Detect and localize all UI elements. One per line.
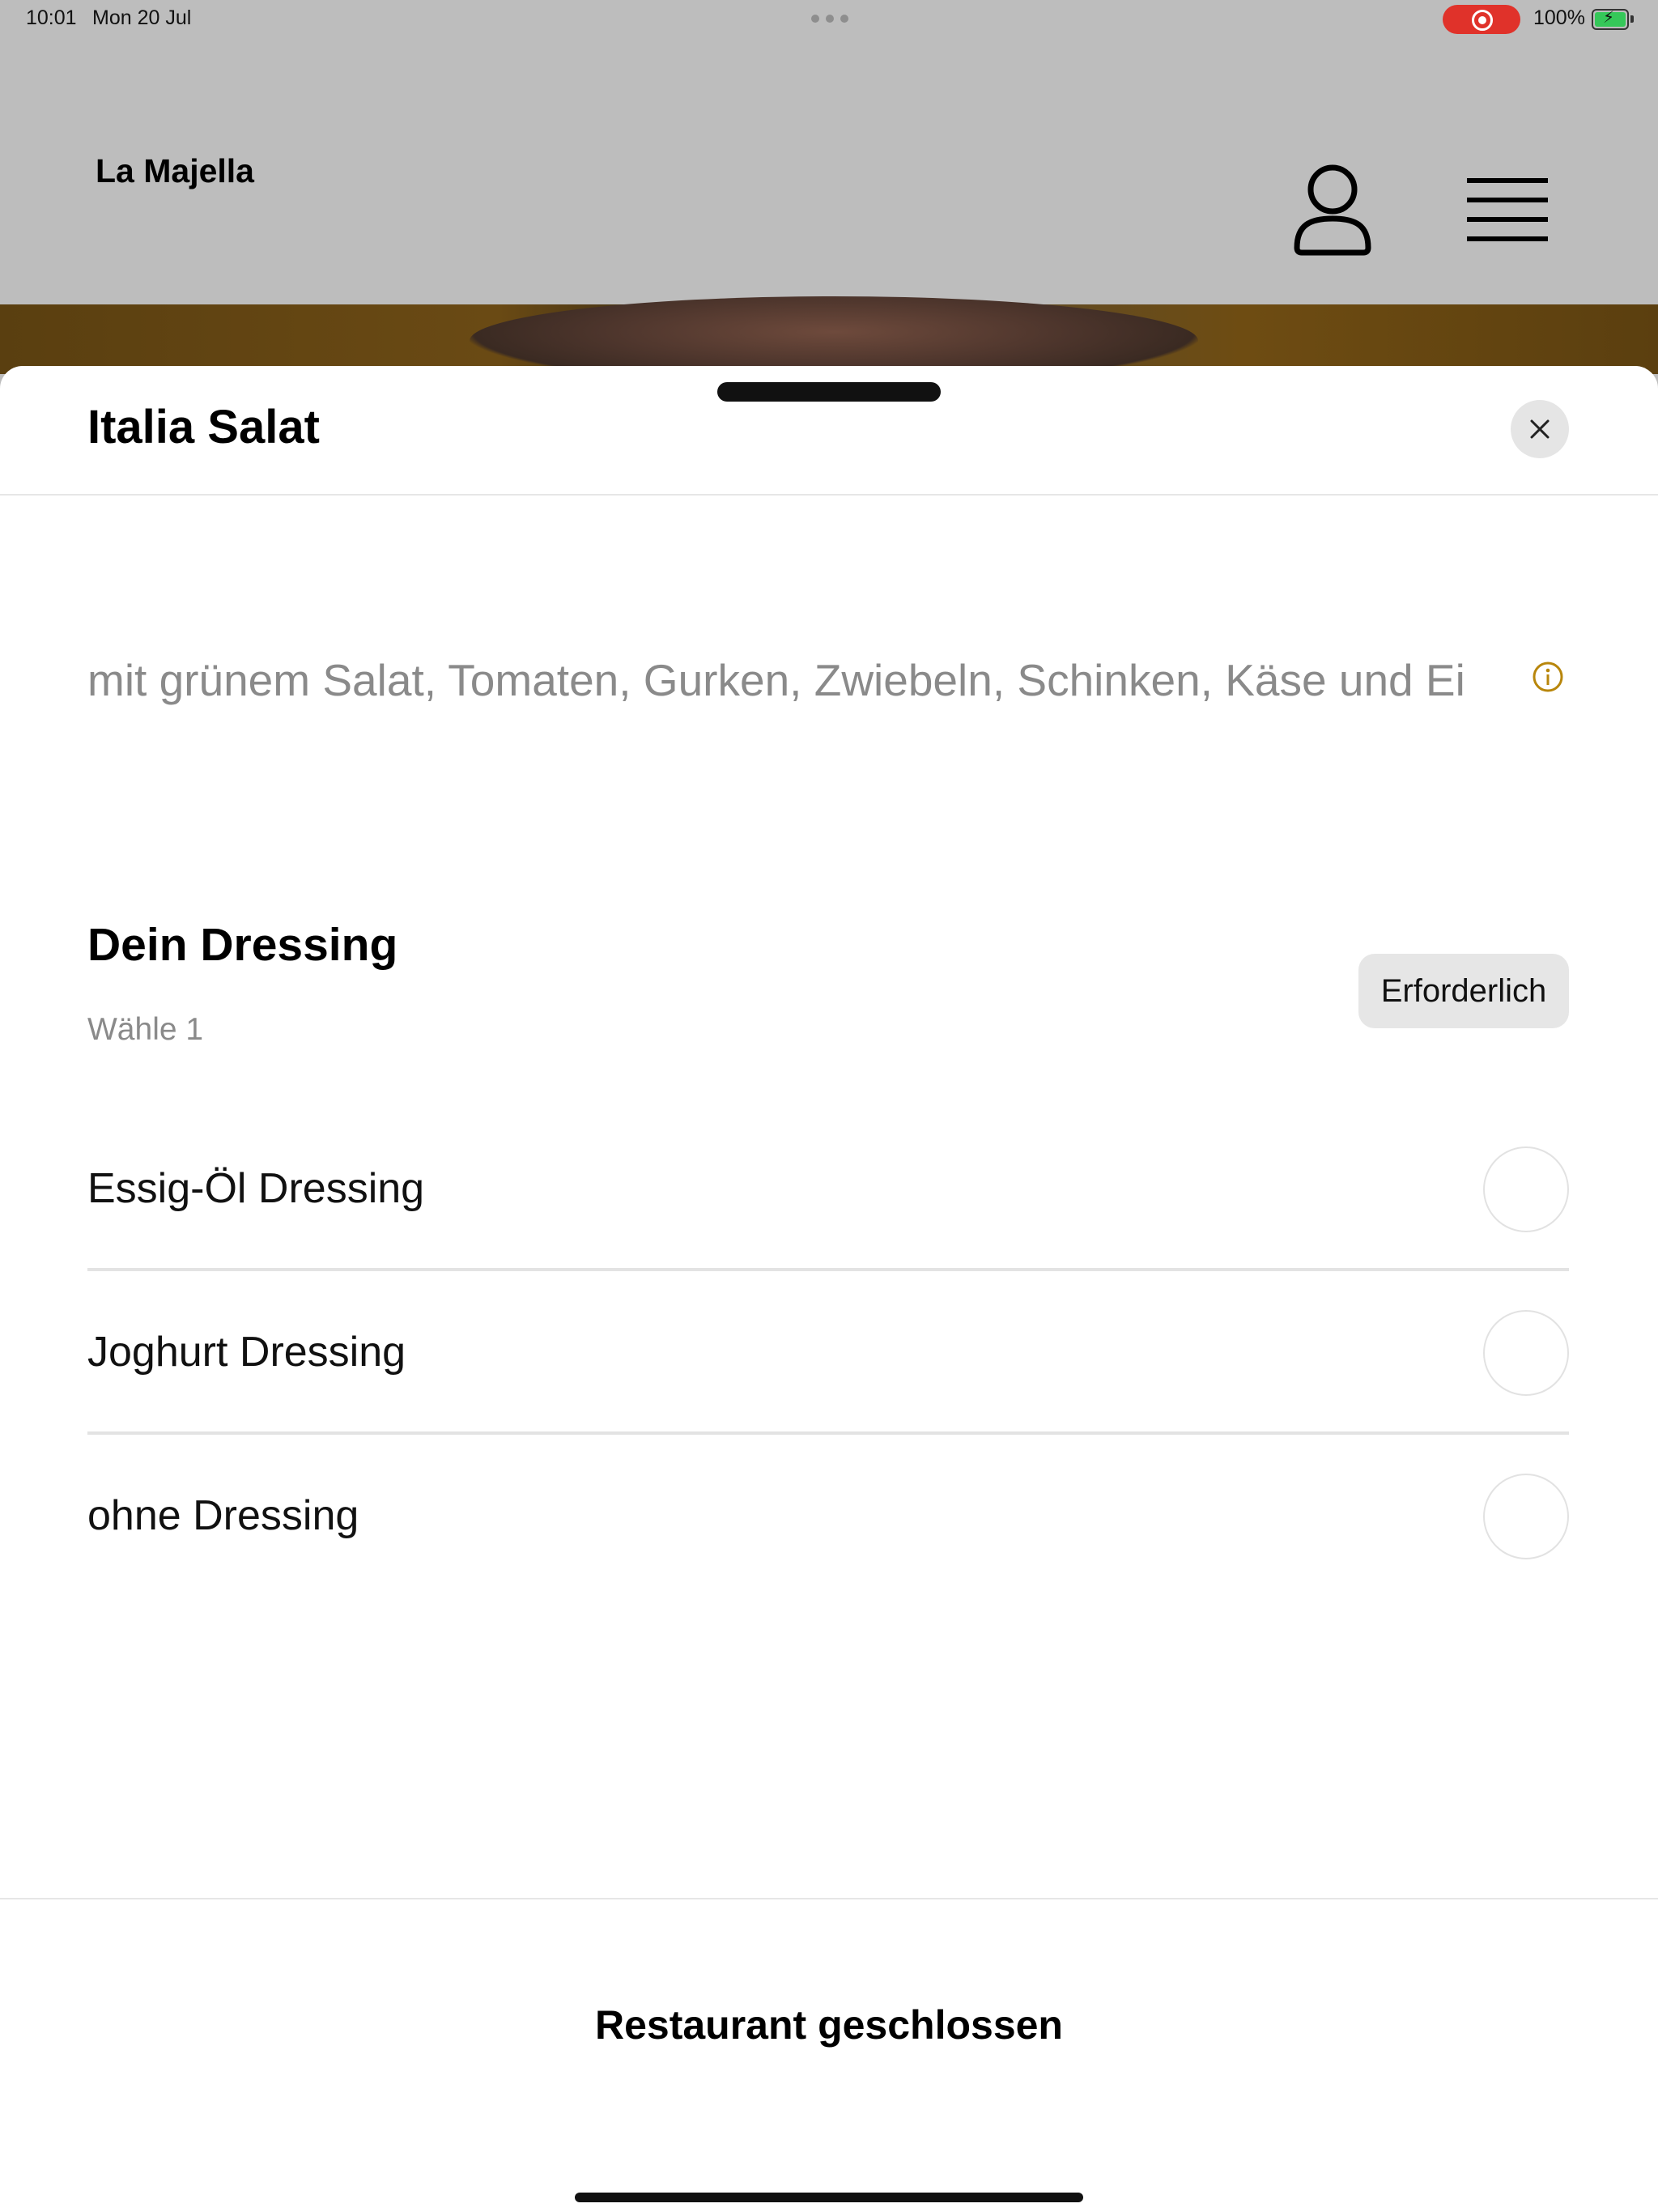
status-date: Mon 20 Jul (92, 6, 192, 29)
product-title: Italia Salat (87, 401, 320, 453)
option-label: ohne Dressing (87, 1492, 359, 1539)
close-icon (1530, 419, 1550, 439)
menu-icon[interactable] (1467, 173, 1548, 246)
user-icon[interactable] (1292, 164, 1373, 257)
app-header: La Majella (0, 39, 1658, 304)
battery-percentage: 100% (1533, 6, 1585, 29)
option-divider (87, 1431, 1569, 1435)
required-badge: Erforderlich (1358, 954, 1569, 1028)
close-button[interactable] (1511, 400, 1569, 458)
header-divider (0, 494, 1658, 496)
status-bar: 10:01 Mon 20 Jul 100% ⚡ (0, 0, 1658, 39)
restaurant-closed-status: Restaurant geschlossen (595, 2002, 1063, 2048)
radio-button[interactable] (1483, 1310, 1569, 1396)
radio-button[interactable] (1483, 1146, 1569, 1232)
sheet-grabber[interactable] (717, 382, 941, 402)
multitasking-dots-icon[interactable] (811, 15, 848, 23)
hero-food-image (0, 296, 1658, 385)
home-indicator[interactable] (575, 2193, 1083, 2202)
option-divider (87, 1268, 1569, 1271)
dressing-section-title: Dein Dressing (87, 919, 398, 971)
screen-recording-icon[interactable] (1443, 5, 1520, 34)
footer-divider (0, 1898, 1658, 1899)
info-icon[interactable] (1532, 661, 1564, 693)
product-description: mit grünem Salat, Tomaten, Gurken, Zwieb… (87, 655, 1465, 705)
battery-icon: ⚡ (1592, 9, 1634, 30)
option-label: Essig-Öl Dressing (87, 1165, 425, 1212)
radio-button[interactable] (1483, 1474, 1569, 1559)
dressing-option[interactable]: Joghurt Dressing (87, 1273, 1569, 1435)
status-time: 10:01 (26, 6, 77, 29)
dressing-option[interactable]: ohne Dressing (87, 1436, 1569, 1598)
product-sheet: Italia Salat mit grünem Salat, Tomaten, … (0, 366, 1658, 2212)
option-label: Joghurt Dressing (87, 1329, 406, 1376)
dressing-section-subtitle: Wähle 1 (87, 1012, 204, 1047)
dressing-option[interactable]: Essig-Öl Dressing (87, 1109, 1569, 1271)
restaurant-name[interactable]: La Majella (96, 152, 254, 190)
